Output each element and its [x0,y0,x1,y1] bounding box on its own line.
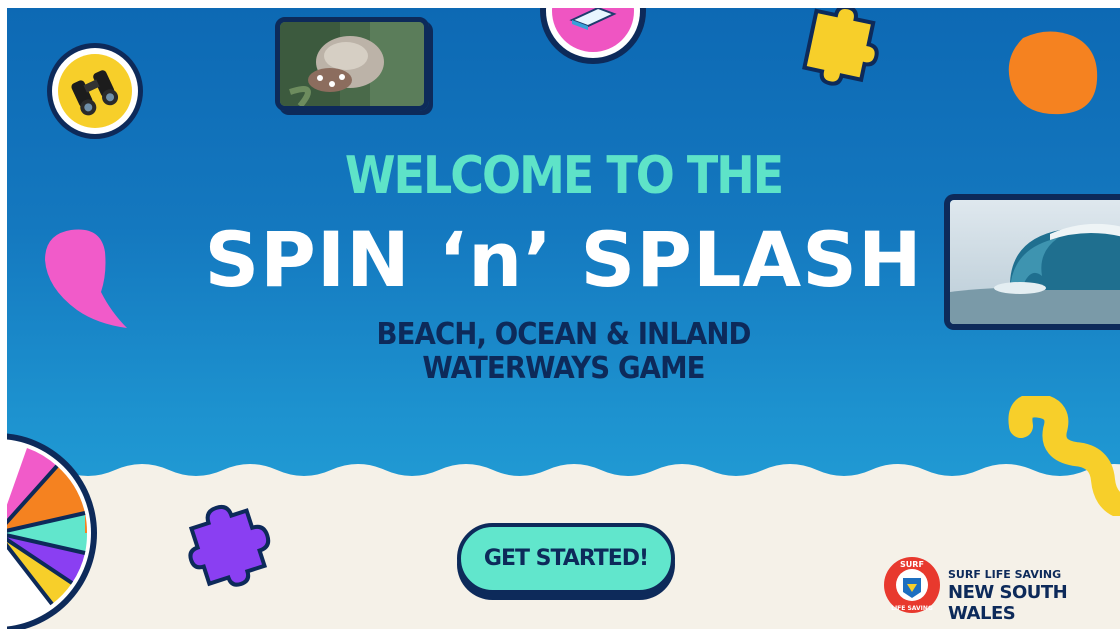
puzzle-piece-purple-icon [188,504,271,587]
puzzle-piece-icon [802,8,879,86]
subtitle-line-1: BEACH, OCEAN & INLAND [376,317,751,352]
logo-wordmark: SURF LIFE SAVING NEW SOUTH WALES [948,568,1120,624]
yellow-squiggle [1008,396,1120,516]
get-started-label: GET STARTED! [483,546,649,571]
game-title: SPIN ‘n’ SPLASH [204,215,923,304]
binoculars-badge [47,43,143,139]
crab-photo [275,17,429,111]
welcome-heading: WELCOME TO THE [344,144,784,206]
surf-life-saving-logo: SURF LIFE SAVING [884,557,940,613]
orange-blob [1008,31,1098,115]
logo-emblem-top: SURF [900,560,924,569]
get-started-button[interactable]: GET STARTED! [457,523,675,594]
subtitle-line-2: WATERWAYS GAME [422,351,705,386]
logo-emblem-bottom: LIFE SAVING [891,605,933,612]
logo-line-2: NEW SOUTH WALES [948,582,1068,624]
spinner-wheel-icon[interactable] [7,418,107,629]
game-welcome-screen: WELCOME TO THE SPIN ‘n’ SPLASH BEACH, OC… [7,8,1120,629]
book-icon [569,8,617,30]
binoculars-icon [71,70,119,116]
logo-line-1: SURF LIFE SAVING [948,568,1062,581]
game-subtitle: BEACH, OCEAN & INLAND WATERWAYS GAME [52,318,1076,386]
